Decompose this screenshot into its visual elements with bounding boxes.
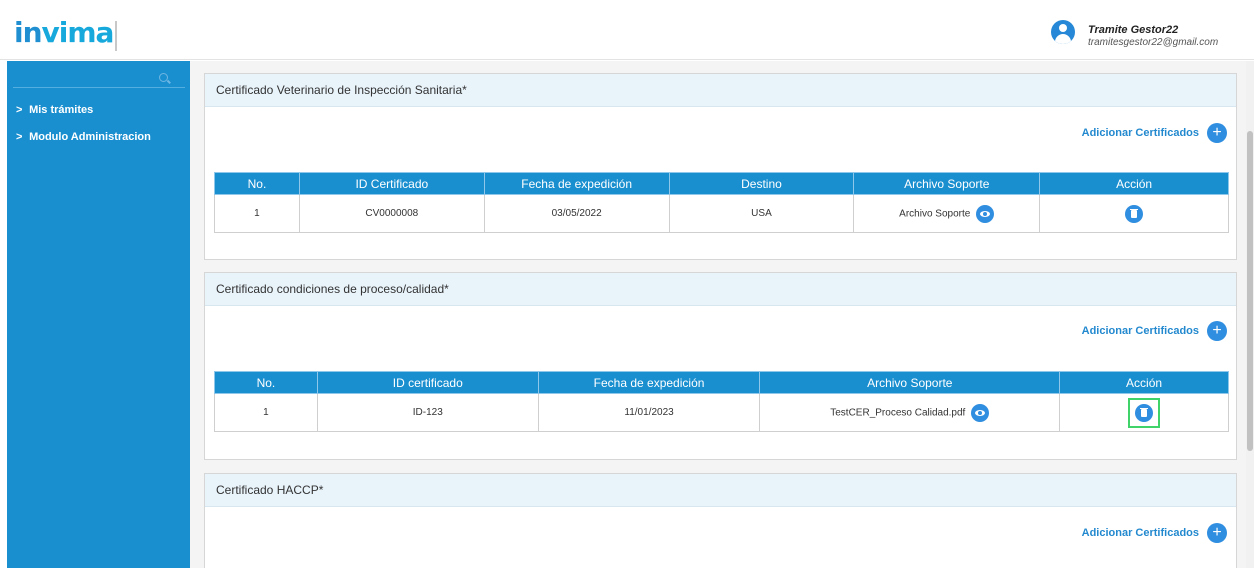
- column-header-fecha: Fecha de expedición: [483, 172, 670, 195]
- logo-text-part1: in: [14, 16, 43, 49]
- plus-icon[interactable]: +: [1207, 123, 1227, 143]
- sidebar-divider: [13, 87, 185, 88]
- add-certificados-button[interactable]: Adicionar Certificados +: [1082, 523, 1227, 543]
- column-header-id: ID certificado: [316, 371, 539, 394]
- section-title: Certificado condiciones de proceso/calid…: [205, 273, 1236, 306]
- trash-icon[interactable]: [1135, 403, 1154, 422]
- app-root: invima Tramite Gestor22 tramitesgestor22…: [0, 0, 1254, 568]
- cell-id: CV0000008: [298, 194, 485, 233]
- certificados-veterinarios-table: No. ID Certificado Fecha de expedición D…: [214, 172, 1229, 233]
- cell-fecha: 11/01/2023: [537, 393, 761, 432]
- user-name: Tramite Gestor22: [1088, 24, 1179, 36]
- chevron-right-icon: >: [16, 104, 23, 116]
- archivo-soporte-link[interactable]: Archivo Soporte: [899, 208, 970, 219]
- highlighted-delete-target: [1128, 397, 1161, 428]
- column-header-no: No.: [214, 172, 300, 195]
- sidebar-item-label: Modulo Administracion: [29, 131, 151, 143]
- sidebar: > Mis trámites > Modulo Administracion: [7, 61, 190, 568]
- logo-divider: [115, 21, 117, 51]
- section-title: Certificado HACCP*: [205, 474, 1236, 507]
- cell-destino: USA: [668, 194, 855, 233]
- archivo-soporte-link[interactable]: TestCER_Proceso Calidad.pdf: [830, 407, 965, 418]
- sidebar-item-modulo-administracion[interactable]: > Modulo Administracion: [16, 131, 151, 143]
- plus-icon[interactable]: +: [1207, 321, 1227, 341]
- sidebar-item-label: Mis trámites: [29, 104, 94, 116]
- eye-icon[interactable]: [971, 403, 990, 422]
- user-email: tramitesgestor22@gmail.com: [1088, 37, 1219, 48]
- cell-accion: [1039, 194, 1229, 233]
- column-header-destino: Destino: [668, 172, 855, 195]
- table-header-row: No. ID Certificado Fecha de expedición D…: [214, 172, 1229, 195]
- column-header-accion: Acción: [1039, 172, 1229, 195]
- section-title: Certificado Veterinario de Inspección Sa…: [205, 74, 1236, 107]
- add-certificados-label: Adicionar Certificados: [1081, 126, 1199, 139]
- cell-no: 1: [214, 393, 318, 432]
- column-header-no: No.: [214, 371, 318, 394]
- cell-fecha: 03/05/2022: [483, 194, 670, 233]
- table-header-row: No. ID certificado Fecha de expedición A…: [214, 371, 1229, 394]
- eye-icon[interactable]: [976, 204, 995, 223]
- column-header-fecha: Fecha de expedición: [537, 371, 761, 394]
- column-header-id: ID Certificado: [298, 172, 485, 195]
- cell-accion: [1059, 393, 1229, 432]
- table-row: 1 CV0000008 03/05/2022 USA Archivo Sopor…: [214, 194, 1229, 233]
- column-header-archivo: Archivo Soporte: [853, 172, 1041, 195]
- trash-icon[interactable]: [1125, 204, 1144, 223]
- scrollbar-thumb[interactable]: [1247, 131, 1253, 451]
- section-certificado-veterinario: Certificado Veterinario de Inspección Sa…: [204, 73, 1237, 260]
- invima-logo[interactable]: invima: [14, 16, 115, 49]
- cell-archivo: TestCER_Proceso Calidad.pdf: [759, 393, 1061, 432]
- vertical-scrollbar[interactable]: [1246, 61, 1254, 568]
- user-avatar-icon[interactable]: [1051, 20, 1075, 44]
- column-header-archivo: Archivo Soporte: [759, 371, 1061, 394]
- top-header: invima Tramite Gestor22 tramitesgestor22…: [0, 0, 1254, 60]
- plus-icon[interactable]: +: [1207, 523, 1227, 543]
- add-certificados-label: Adicionar Certificados: [1081, 324, 1199, 337]
- add-certificados-button[interactable]: Adicionar Certificados +: [1082, 321, 1227, 341]
- search-icon[interactable]: [159, 73, 168, 82]
- sidebar-item-mis-tramites[interactable]: > Mis trámites: [16, 104, 93, 116]
- table-row: 1 ID-123 11/01/2023 TestCER_Proceso Cali…: [214, 393, 1229, 432]
- cell-no: 1: [214, 194, 300, 233]
- add-certificados-button[interactable]: Adicionar Certificados +: [1082, 123, 1227, 143]
- cell-id: ID-123: [316, 393, 539, 432]
- add-certificados-label: Adicionar Certificados: [1081, 526, 1199, 539]
- column-header-accion: Acción: [1059, 371, 1229, 394]
- certificados-proceso-table: No. ID certificado Fecha de expedición A…: [214, 371, 1229, 432]
- section-certificado-haccp: Certificado HACCP* Adicionar Certificado…: [204, 473, 1237, 568]
- logo-text-part2: vima: [41, 16, 115, 49]
- cell-archivo: Archivo Soporte: [853, 194, 1041, 233]
- chevron-right-icon: >: [16, 131, 23, 143]
- section-certificado-proceso-calidad: Certificado condiciones de proceso/calid…: [204, 272, 1237, 460]
